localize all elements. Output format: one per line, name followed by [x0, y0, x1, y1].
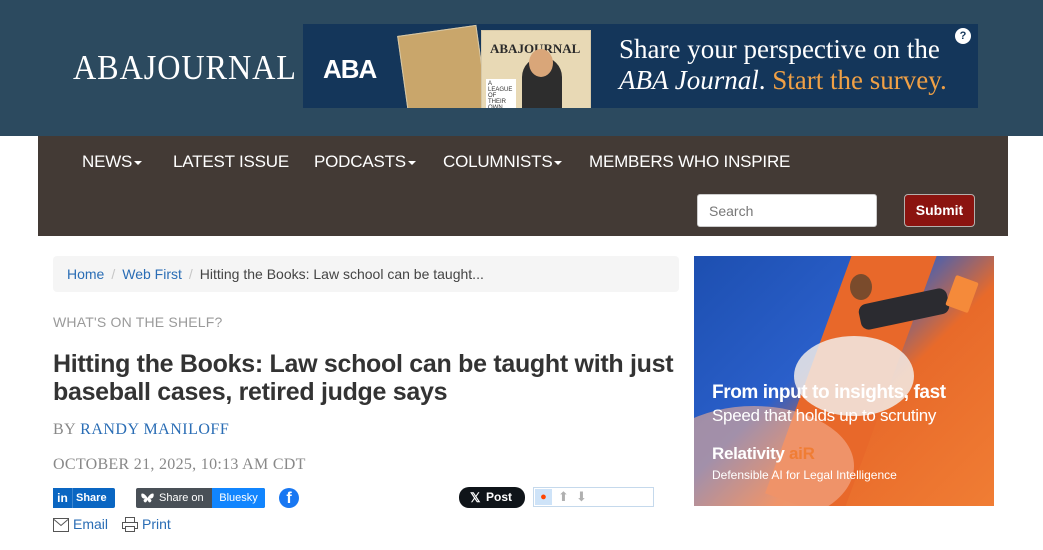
search-input[interactable]	[697, 194, 877, 227]
ad-cloud	[794, 336, 914, 416]
caret-down-icon	[407, 160, 416, 165]
ad-person-head	[850, 274, 872, 300]
nav-item-podcasts[interactable]: PODCASTS	[314, 152, 416, 172]
site-logo[interactable]: ABAJOURNAL	[73, 48, 297, 88]
author-link[interactable]: RANDY MANILOFF	[80, 421, 229, 438]
reddit-alien-icon[interactable]: ●	[535, 489, 552, 505]
banner-line1: Share your perspective on the	[619, 34, 940, 64]
site-header: ABAJOURNAL ABA ABAJOURNAL A LEAGUE OF TH…	[0, 0, 1043, 136]
breadcrumb: Home / Web First / Hitting the Books: Law sc…	[53, 256, 679, 292]
nav-item-latest-issue[interactable]: LATEST ISSUE	[173, 152, 289, 172]
downvote-arrow-icon[interactable]: ⬇	[576, 489, 587, 505]
banner-journal-name: ABA Journal	[619, 65, 759, 95]
ad-brand-suffix: aiR	[789, 444, 815, 463]
linkedin-share-button[interactable]: in Share	[53, 488, 115, 508]
ad-laptop	[945, 274, 979, 314]
linkedin-share-label: Share	[76, 492, 107, 504]
article-date: OCTOBER 21, 2025, 10:13 AM CDT	[53, 456, 306, 473]
nav-item-label: LATEST ISSUE	[173, 152, 290, 171]
caret-down-icon	[554, 160, 563, 165]
nav-item-label: PODCASTS	[314, 152, 406, 171]
magazine-cover-back	[397, 24, 489, 108]
envelope-icon	[53, 518, 69, 532]
nav-item-label: MEMBERS WHO INSPIRE	[589, 152, 791, 171]
ad-brand-main: Relativity	[712, 444, 785, 463]
breadcrumb-current: Hitting the Books: Law school can be tau…	[199, 266, 484, 282]
nav-item-news[interactable]: NEWS	[82, 152, 143, 172]
nav-item-label: COLUMNISTS	[443, 152, 553, 171]
magazine-cover-tag: A LEAGUE OF THEIR OWN	[486, 79, 516, 108]
email-link[interactable]: Email	[53, 515, 108, 533]
search-submit-button[interactable]: Submit	[904, 194, 975, 227]
ad-info-icon[interactable]: ?	[955, 28, 971, 44]
printer-icon	[122, 517, 138, 532]
facebook-icon[interactable]: f	[279, 488, 299, 508]
bluesky-butterfly-icon	[141, 493, 154, 503]
nav-item-members-who-inspire[interactable]: MEMBERS WHO INSPIRE	[589, 152, 790, 172]
print-link[interactable]: Print	[122, 515, 171, 533]
bluesky-brand-label: Bluesky	[212, 488, 265, 508]
breadcrumb-web-first[interactable]: Web First	[122, 266, 182, 282]
byline-prefix: BY	[53, 421, 76, 438]
print-label: Print	[142, 516, 171, 532]
bluesky-share-label: Share on	[159, 492, 204, 504]
ad-brand-logo: Relativity aiR	[712, 444, 815, 464]
banner-magazine-covers: ABAJOURNAL A LEAGUE OF THEIR OWN	[397, 24, 595, 108]
x-logo-icon: 𝕏	[470, 490, 481, 505]
banner-period: .	[758, 65, 766, 95]
linkedin-icon: in	[53, 488, 73, 508]
banner-headline: Share your perspective on the ABA Journa…	[619, 34, 959, 96]
banner-aba-logo: ABA	[323, 54, 377, 84]
article-headline: Hitting the Books: Law school can be tau…	[53, 350, 674, 406]
nav-item-columnists[interactable]: COLUMNISTS	[443, 152, 563, 172]
ad-title: From input to insights, fast	[712, 382, 946, 403]
x-post-label: Post	[486, 490, 513, 504]
bluesky-share-button[interactable]: Share on Bluesky	[136, 488, 265, 508]
breadcrumb-home[interactable]: Home	[67, 266, 104, 282]
main-nav: NEWS LATEST ISSUE PODCASTS COLUMNISTS ME…	[38, 136, 1008, 236]
magazine-cover-face	[529, 49, 553, 77]
ad-subtitle: Speed that holds up to scrutiny	[712, 406, 937, 425]
article-byline: BY RANDY MANILOFF	[53, 421, 229, 439]
email-label: Email	[73, 516, 109, 532]
ad-tagline: Defensible AI for Legal Intelligence	[712, 468, 897, 482]
breadcrumb-separator: /	[111, 266, 116, 282]
magazine-cover-front: ABAJOURNAL A LEAGUE OF THEIR OWN	[481, 30, 591, 108]
nav-item-label: NEWS	[82, 152, 133, 171]
caret-down-icon	[134, 160, 143, 165]
breadcrumb-separator: /	[188, 266, 193, 282]
relativity-ad[interactable]: From input to insights, fast Speed that …	[694, 256, 994, 506]
banner-cta: Start the survey.	[772, 65, 947, 95]
article-kicker[interactable]: WHAT'S ON THE SHELF?	[53, 314, 223, 330]
upvote-arrow-icon[interactable]: ⬆	[558, 489, 569, 505]
reddit-vote-widget: ● ⬆ ⬇	[533, 487, 654, 507]
survey-banner-ad[interactable]: ABA ABAJOURNAL A LEAGUE OF THEIR OWN Sha…	[303, 24, 978, 108]
x-post-button[interactable]: 𝕏 Post	[459, 487, 525, 508]
